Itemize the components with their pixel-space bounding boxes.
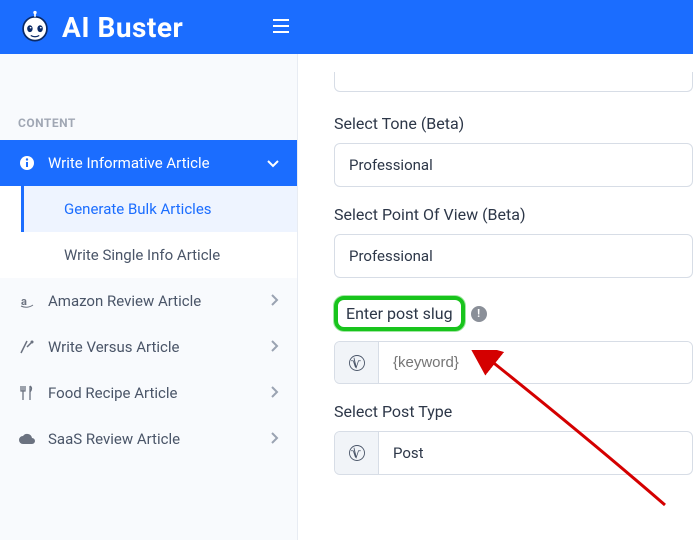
chevron-down-icon xyxy=(267,154,279,172)
label-post-type: Select Post Type xyxy=(334,402,693,421)
submenu-label: Write Single Info Article xyxy=(64,246,220,264)
chevron-right-icon xyxy=(271,292,279,310)
sidebar-item-saas-review[interactable]: SaaS Review Article xyxy=(0,416,297,462)
input-post-slug[interactable] xyxy=(379,342,692,383)
label-select-tone: Select Tone (Beta) xyxy=(334,114,693,133)
label-select-pov: Select Point Of View (Beta) xyxy=(334,205,693,224)
chevron-right-icon xyxy=(271,338,279,356)
field-post-slug: Enter post slug ! xyxy=(334,296,693,384)
topbar: AI Buster xyxy=(0,0,693,54)
highlight-annotation: Enter post slug xyxy=(334,296,465,331)
brand-name: AI Buster xyxy=(62,11,183,44)
sidebar-section-label: CONTENT xyxy=(0,102,297,140)
label-post-slug: Enter post slug xyxy=(346,304,453,323)
sidebar-item-label: Food Recipe Article xyxy=(48,384,177,402)
menu-toggle-button[interactable] xyxy=(267,12,295,43)
submenu-generate-bulk[interactable]: Generate Bulk Articles xyxy=(21,186,297,232)
submenu-label: Generate Bulk Articles xyxy=(64,200,212,218)
sidebar: CONTENT Write Informative Article Genera… xyxy=(0,54,298,540)
submenu-write-single[interactable]: Write Single Info Article xyxy=(21,232,297,278)
select-post-type-group: Post xyxy=(334,431,693,475)
wordpress-icon xyxy=(335,432,379,474)
info-icon[interactable]: ! xyxy=(471,306,487,322)
partial-field-top xyxy=(334,72,693,92)
amazon-icon: a xyxy=(18,292,36,310)
select-pov[interactable]: Professional xyxy=(334,234,693,278)
sidebar-submenu: Generate Bulk Articles Write Single Info… xyxy=(0,186,297,278)
utensils-icon xyxy=(18,384,36,402)
select-tone[interactable]: Professional xyxy=(334,143,693,187)
chevron-right-icon xyxy=(271,384,279,402)
brand-logo: AI Buster xyxy=(18,10,183,44)
main-panel: Select Tone (Beta) Professional Select P… xyxy=(298,54,693,540)
cloud-icon xyxy=(18,430,36,448)
field-post-type: Select Post Type Post xyxy=(334,402,693,475)
sidebar-item-label: Write Versus Article xyxy=(48,338,179,356)
robot-icon xyxy=(18,10,52,44)
sidebar-item-amazon-review[interactable]: a Amazon Review Article xyxy=(0,278,297,324)
sidebar-item-food-recipe[interactable]: Food Recipe Article xyxy=(0,370,297,416)
sidebar-spacer xyxy=(0,54,297,102)
wordpress-icon xyxy=(335,342,379,383)
input-post-slug-group xyxy=(334,341,693,384)
sidebar-item-versus[interactable]: Write Versus Article xyxy=(0,324,297,370)
sidebar-item-label: Amazon Review Article xyxy=(48,292,201,310)
sidebar-item-label: SaaS Review Article xyxy=(48,430,180,448)
select-post-type[interactable]: Post xyxy=(379,432,692,474)
versus-icon xyxy=(18,338,36,356)
sidebar-item-write-informative[interactable]: Write Informative Article xyxy=(0,140,297,186)
field-select-tone: Select Tone (Beta) Professional xyxy=(334,114,693,187)
main-container: CONTENT Write Informative Article Genera… xyxy=(0,54,693,540)
chevron-right-icon xyxy=(271,430,279,448)
sidebar-item-label: Write Informative Article xyxy=(48,154,210,172)
info-circle-icon xyxy=(18,154,36,172)
field-select-pov: Select Point Of View (Beta) Professional xyxy=(334,205,693,278)
